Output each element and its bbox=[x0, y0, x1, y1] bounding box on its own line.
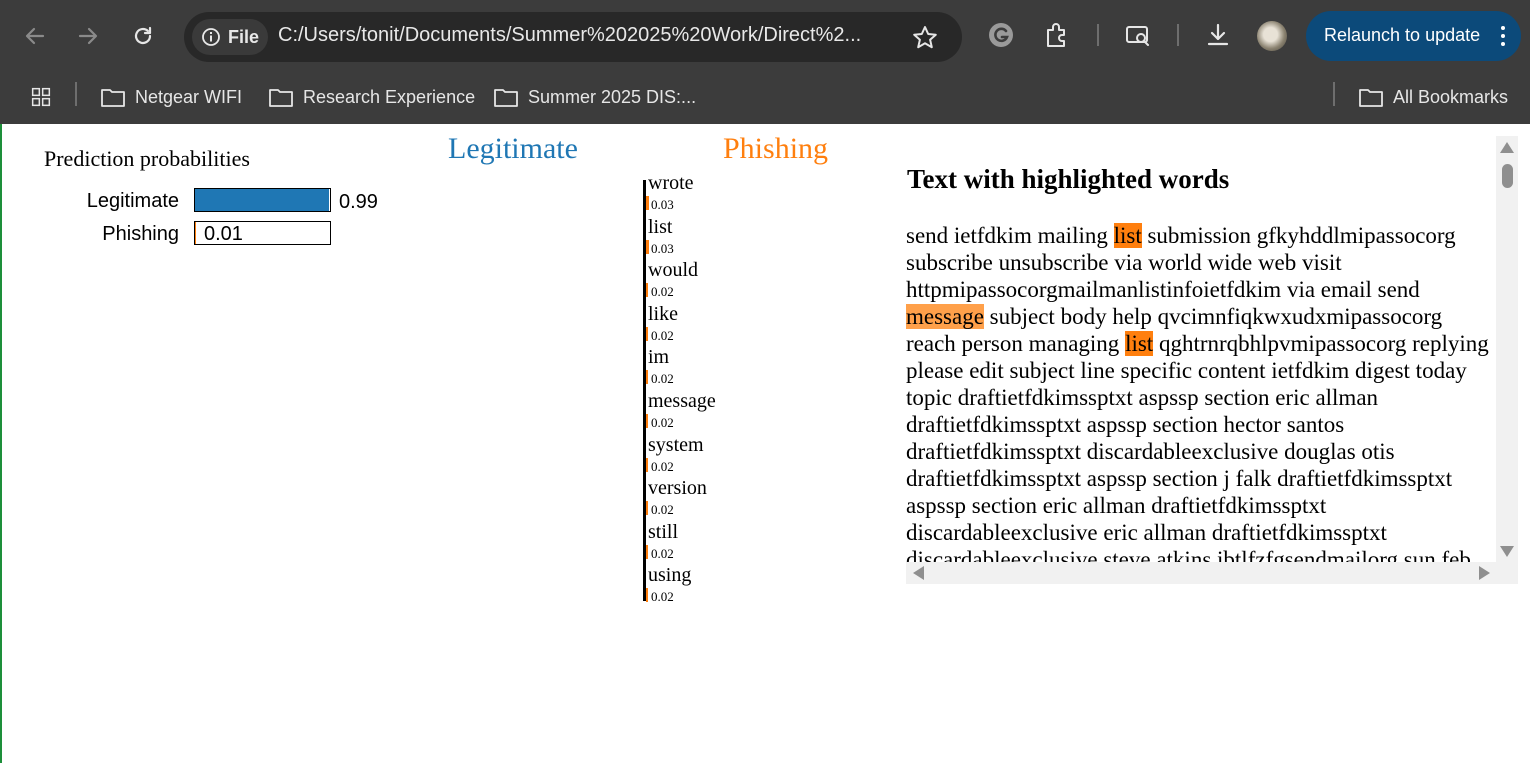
probability-fill-legitimate bbox=[195, 189, 329, 211]
scroll-up-arrow-icon[interactable] bbox=[1500, 142, 1514, 153]
probability-value-legitimate: 0.99 bbox=[339, 191, 378, 213]
reload-icon bbox=[134, 26, 152, 45]
highlighted-text-body: send ietfdkim mailing list submission gf… bbox=[906, 222, 1496, 562]
feature-weight-bar bbox=[646, 326, 648, 341]
all-bookmarks-button[interactable]: All Bookmarks bbox=[1359, 80, 1508, 114]
vertical-scrollbar[interactable] bbox=[1496, 136, 1518, 562]
feature-word: im bbox=[648, 346, 670, 369]
class-label-legitimate: Legitimate bbox=[86, 190, 179, 212]
horizontal-scrollbar[interactable] bbox=[906, 562, 1518, 584]
scroll-left-arrow-icon[interactable] bbox=[913, 566, 924, 580]
feature-weight-bar bbox=[646, 283, 648, 298]
bookmark-folder-netgear[interactable]: Netgear WIFI bbox=[101, 80, 242, 114]
feature-weight-bar bbox=[646, 370, 648, 385]
feature-word: list bbox=[648, 215, 673, 238]
feature-word: system bbox=[648, 433, 704, 456]
bookmark-label: Netgear WIFI bbox=[135, 86, 243, 107]
folder-icon bbox=[269, 89, 293, 107]
probability-bar-legitimate bbox=[194, 188, 331, 212]
feature-weight-value: 0.02 bbox=[651, 458, 674, 474]
toolbar-separator bbox=[1097, 24, 1099, 46]
feature-weight-bar bbox=[646, 588, 648, 603]
bookmarks-bar: Netgear WIFI Research Experience Summer … bbox=[0, 70, 1530, 124]
address-bar[interactable]: File C:/Users/tonit/Documents/Summer%202… bbox=[184, 12, 962, 62]
feature-word: version bbox=[648, 477, 707, 500]
feature-weight-bar bbox=[646, 544, 648, 559]
explanation-class-phishing: Phishing bbox=[723, 132, 829, 165]
highlighted-text-panel[interactable]: Text with highlighted words send ietfdki… bbox=[906, 136, 1518, 585]
scroll-down-arrow-icon[interactable] bbox=[1500, 546, 1514, 557]
site-info-chip[interactable]: File bbox=[192, 19, 268, 55]
prediction-probabilities-title: Prediction probabilities bbox=[44, 146, 250, 171]
browser-chrome: File C:/Users/tonit/Documents/Summer%202… bbox=[0, 0, 1530, 124]
forward-button[interactable] bbox=[66, 14, 110, 58]
folder-icon bbox=[101, 89, 125, 107]
url-text[interactable]: C:/Users/tonit/Documents/Summer%202025%2… bbox=[278, 24, 861, 47]
feature-word: using bbox=[648, 564, 692, 587]
vertical-scrollbar-thumb[interactable] bbox=[1502, 164, 1513, 188]
feature-weight-bar bbox=[646, 239, 649, 254]
bookmark-folder-summer[interactable]: Summer 2025 DIS:... bbox=[494, 80, 696, 114]
reload-button[interactable] bbox=[121, 14, 165, 58]
folder-icon bbox=[494, 89, 518, 107]
highlighted-word: list bbox=[1113, 223, 1142, 248]
bookmark-label: Summer 2025 DIS:... bbox=[528, 86, 697, 107]
relaunch-to-update-button[interactable]: Relaunch to update bbox=[1306, 11, 1521, 61]
bookmarks-separator bbox=[1333, 82, 1335, 106]
bookmarks-separator bbox=[75, 82, 77, 106]
feature-word: wrote bbox=[648, 172, 694, 194]
feature-weight-value: 0.02 bbox=[651, 371, 674, 387]
site-chip-label: File bbox=[227, 26, 259, 47]
text-segment: qghtrnrqbhlpvmipassocorg replying please… bbox=[906, 331, 1489, 562]
feature-weight-bar bbox=[646, 501, 648, 516]
bookmark-label: Research Experience bbox=[303, 86, 476, 107]
bookmark-folder-research[interactable]: Research Experience bbox=[269, 80, 475, 114]
toolbar-separator bbox=[1177, 24, 1179, 46]
arrow-left-icon bbox=[25, 27, 45, 45]
apps-grid-button[interactable] bbox=[29, 80, 53, 114]
apps-grid-icon bbox=[31, 87, 51, 107]
browser-toolbar: File C:/Users/tonit/Documents/Summer%202… bbox=[0, 0, 1530, 70]
probability-value-phishing: 0.01 bbox=[204, 223, 243, 245]
probability-fill-phishing bbox=[195, 222, 196, 244]
feature-weight-value: 0.02 bbox=[651, 545, 674, 561]
explanation-class-legitimate: Legitimate bbox=[448, 132, 578, 165]
download-icon[interactable] bbox=[1203, 20, 1233, 50]
feature-word: would bbox=[648, 259, 698, 282]
more-options-icon[interactable] bbox=[1501, 26, 1505, 50]
class-label-phishing: Phishing bbox=[102, 223, 179, 245]
highlighted-word: message bbox=[906, 304, 984, 329]
feature-weight-value: 0.02 bbox=[651, 589, 674, 605]
feature-weight-value: 0.03 bbox=[651, 240, 674, 256]
relaunch-label: Relaunch to update bbox=[1324, 25, 1481, 45]
folder-icon bbox=[1359, 89, 1383, 107]
arrow-right-icon bbox=[78, 27, 98, 45]
feature-weight-value: 0.03 bbox=[651, 197, 674, 212]
window-edge bbox=[0, 124, 2, 763]
all-bookmarks-label: All Bookmarks bbox=[1393, 86, 1509, 107]
feature-weight-value: 0.02 bbox=[651, 284, 674, 300]
highlighted-word: list bbox=[1125, 331, 1154, 356]
bookmark-star-icon[interactable] bbox=[910, 23, 940, 53]
feature-weight-value: 0.02 bbox=[651, 415, 674, 430]
feature-word: like bbox=[648, 302, 678, 325]
feature-weight-value: 0.02 bbox=[651, 327, 674, 343]
back-button[interactable] bbox=[13, 14, 57, 58]
text-segment: send ietfdkim mailing bbox=[906, 223, 1114, 248]
info-icon bbox=[202, 28, 220, 46]
feature-weight-value: 0.02 bbox=[651, 502, 674, 518]
probability-bar-phishing: 0.01 bbox=[194, 221, 331, 245]
profile-avatar[interactable] bbox=[1257, 21, 1287, 51]
feature-word: still bbox=[648, 520, 679, 543]
scroll-right-arrow-icon[interactable] bbox=[1479, 566, 1490, 580]
feature-weight-bar bbox=[646, 457, 648, 472]
highlighted-text-title: Text with highlighted words bbox=[907, 164, 1230, 194]
feature-weight-bar bbox=[646, 196, 649, 210]
feature-weight-bar bbox=[646, 414, 648, 428]
grammarly-extension-icon[interactable] bbox=[986, 20, 1016, 50]
feature-word: message bbox=[648, 390, 716, 412]
search-tabs-icon[interactable] bbox=[1123, 20, 1153, 50]
extensions-puzzle-icon[interactable] bbox=[1042, 20, 1072, 50]
